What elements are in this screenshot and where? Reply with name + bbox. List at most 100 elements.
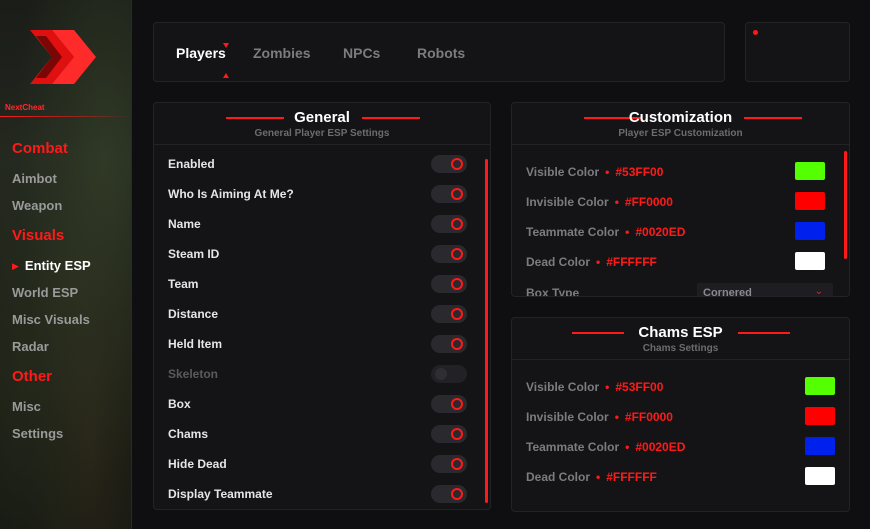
sidebar-item-misc[interactable]: Misc (12, 399, 41, 414)
setting-label: Skeleton (168, 367, 219, 381)
toggle-switch[interactable] (431, 365, 467, 383)
toggle-switch[interactable] (431, 335, 467, 353)
color-hex: #FF0000 (624, 410, 673, 424)
toggle-switch[interactable] (431, 485, 467, 503)
nav-section-other: Other (12, 368, 53, 385)
active-arrow-icon: ▶ (12, 261, 19, 271)
sidebar-item-world-esp[interactable]: World ESP (12, 285, 78, 300)
sidebar-item-settings[interactable]: Settings (12, 426, 63, 441)
toggle-switch[interactable] (431, 185, 467, 203)
color-label: Dead Color • #FFFFFF (526, 255, 657, 269)
customization-title: Customization (628, 109, 733, 126)
sidebar-item-weapon[interactable]: Weapon (12, 198, 62, 213)
color-swatch[interactable] (795, 222, 825, 240)
setting-label: Distance (168, 307, 219, 321)
tab-indicator-top-icon (223, 43, 229, 48)
setting-label: Display Teammate (168, 487, 273, 501)
box-type-value: Cornered (703, 287, 752, 297)
customization-panel: Customization Player ESP Customization V… (511, 102, 850, 297)
toggle-knob-icon (451, 278, 463, 290)
color-name: Invisible Color (526, 195, 609, 209)
toggle-switch[interactable] (431, 275, 467, 293)
color-label: Invisible Color • #FF0000 (526, 410, 673, 424)
box-type-select[interactable]: Cornered ⌄ (697, 283, 833, 297)
bullet-icon: • (625, 225, 630, 239)
setting-label: Name (168, 217, 201, 231)
general-scrollbar[interactable] (485, 159, 488, 503)
chams-panel: Chams ESP Chams Settings Visible Color • #… (511, 317, 850, 512)
chams-title: Chams ESP (638, 324, 723, 341)
color-name: Visible Color (526, 165, 600, 179)
panel-divider (512, 144, 849, 145)
color-hex: #FFFFFF (606, 255, 657, 269)
toggle-knob-icon (451, 248, 463, 260)
color-name: Invisible Color (526, 410, 609, 424)
color-name: Teammate Color (526, 225, 620, 239)
toggle-switch[interactable] (431, 455, 467, 473)
color-swatch[interactable] (805, 467, 835, 485)
general-subtitle: General Player ESP Settings (254, 128, 390, 139)
logo-icon (30, 30, 96, 84)
bullet-icon: • (596, 255, 601, 269)
toggle-switch[interactable] (431, 215, 467, 233)
color-label: Teammate Color • #0020ED (526, 440, 685, 454)
color-swatch[interactable] (795, 252, 825, 270)
color-swatch[interactable] (795, 162, 825, 180)
toggle-switch[interactable] (431, 425, 467, 443)
general-title: General (294, 109, 350, 126)
sidebar-item-aimbot[interactable]: Aimbot (12, 171, 57, 186)
entity-tabs: Players Zombies NPCs Robots (153, 22, 725, 82)
sidebar-item-misc-visuals[interactable]: Misc Visuals (12, 312, 90, 327)
tab-label: Players (176, 45, 226, 61)
customization-scrollbar[interactable] (844, 151, 847, 259)
color-swatch[interactable] (805, 377, 835, 395)
color-label: Teammate Color • #0020ED (526, 225, 685, 239)
setting-label: Hide Dead (168, 457, 227, 471)
status-dot-icon (753, 30, 758, 35)
color-hex: #0020ED (635, 440, 686, 454)
sidebar-item-radar[interactable]: Radar (12, 339, 49, 354)
setting-label: Chams (168, 427, 209, 441)
color-swatch[interactable] (805, 407, 835, 425)
color-hex: #FFFFFF (606, 470, 657, 484)
tab-npcs[interactable]: NPCs (343, 45, 380, 61)
color-hex: #53FF00 (615, 165, 664, 179)
toggle-knob-icon (435, 368, 447, 380)
color-label: Visible Color • #53FF00 (526, 165, 663, 179)
toggle-switch[interactable] (431, 155, 467, 173)
toggle-knob-icon (451, 308, 463, 320)
color-swatch[interactable] (795, 192, 825, 210)
toggle-switch[interactable] (431, 305, 467, 323)
nav-section-combat: Combat (12, 140, 68, 157)
color-name: Dead Color (526, 470, 591, 484)
color-name: Teammate Color (526, 440, 620, 454)
chevron-down-icon: ⌄ (814, 286, 823, 297)
brand-name: NextCheat (5, 103, 45, 112)
bullet-icon: • (605, 380, 610, 394)
panel-divider (154, 144, 490, 145)
toggle-knob-icon (451, 428, 463, 440)
tab-players[interactable]: Players (176, 43, 229, 78)
bullet-icon: • (605, 165, 610, 179)
toggle-knob-icon (451, 488, 463, 500)
bullet-icon: • (614, 410, 619, 424)
tab-zombies[interactable]: Zombies (253, 45, 311, 61)
toggle-switch[interactable] (431, 245, 467, 263)
setting-label: Box (168, 397, 191, 411)
setting-label: Held Item (168, 337, 223, 351)
toggle-knob-icon (451, 458, 463, 470)
toggle-knob-icon (451, 218, 463, 230)
color-label: Invisible Color • #FF0000 (526, 195, 673, 209)
sidebar: NextCheat Combat Aimbot Weapon Visuals ▶… (0, 0, 132, 529)
color-hex: #FF0000 (624, 195, 673, 209)
panel-divider (512, 359, 849, 360)
toggle-switch[interactable] (431, 395, 467, 413)
sidebar-item-entity-esp[interactable]: ▶ Entity ESP (12, 258, 91, 273)
toggle-knob-icon (451, 398, 463, 410)
tab-robots[interactable]: Robots (417, 45, 465, 61)
sidebar-item-label: Entity ESP (24, 258, 91, 273)
color-swatch[interactable] (805, 437, 835, 455)
chams-subtitle: Chams Settings (642, 343, 719, 354)
color-name: Dead Color (526, 255, 591, 269)
setting-label: Team (168, 277, 199, 291)
